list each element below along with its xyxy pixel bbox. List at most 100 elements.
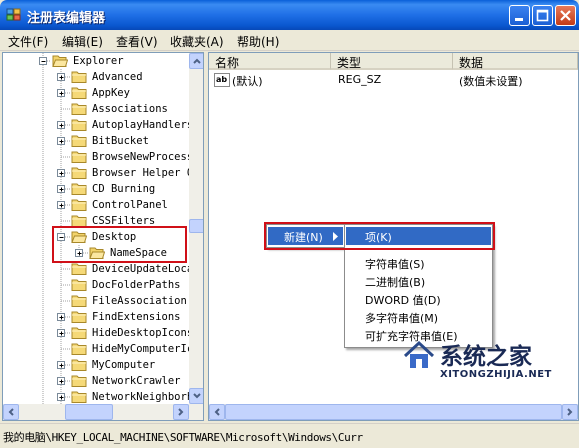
status-bar: 我的电脑\HKEY_LOCAL_MACHINE\SOFTWARE\Microso… [0, 423, 579, 448]
tree-item[interactable]: AutoplayHandlers [3, 117, 193, 133]
menu-help[interactable]: 帮助(H) [237, 33, 279, 50]
tree-horizontal-scrollbar[interactable] [3, 404, 203, 420]
folder-icon [71, 167, 87, 179]
menu-item-multi-string-value[interactable]: 多字符串值(M) [365, 310, 438, 326]
watermark-logo: 系统之家 XITONGZHIJIA.NET [400, 335, 579, 390]
menu-view[interactable]: 查看(V) [116, 33, 158, 50]
expand-expander[interactable] [57, 201, 65, 209]
tree-item[interactable]: AppKey [3, 85, 189, 101]
list-horizontal-scrollbar[interactable] [209, 404, 578, 420]
tree-item[interactable]: DeviceUpdateLoca [3, 261, 193, 277]
menu-file[interactable]: 文件(F) [8, 33, 48, 50]
tree-item[interactable]: DocFolderPaths [3, 277, 189, 293]
expand-expander[interactable] [57, 361, 65, 369]
registry-tree[interactable]: Explorer Advanced AppKey Associations Autop… [2, 52, 204, 421]
menu-item-string-value[interactable]: 字符串值(S) [365, 256, 425, 272]
folder-icon [71, 199, 87, 211]
tree-item-label: FileAssociation [92, 295, 187, 307]
value-data: (数值未设置) [459, 75, 523, 88]
chevron-left-icon [214, 408, 220, 416]
scroll-left-button[interactable] [3, 404, 19, 420]
plus-icon [59, 379, 64, 384]
scroll-down-button[interactable] [189, 388, 203, 404]
expand-expander[interactable] [57, 89, 65, 97]
regedit-app-icon [6, 8, 21, 21]
maximize-button[interactable] [532, 5, 553, 26]
menu-edit[interactable]: 编辑(E) [62, 33, 103, 50]
plus-icon [59, 75, 64, 80]
title-bar[interactable]: 注册表编辑器 [0, 0, 579, 30]
tree-item[interactable]: BitBucket [3, 133, 189, 149]
list-scroll-h-thumb[interactable] [225, 404, 562, 420]
folder-icon [71, 135, 87, 147]
tree-item[interactable]: FindExtensions [3, 309, 189, 325]
menu-favorites[interactable]: 收藏夹(A) [170, 33, 224, 50]
tree-item-label: NetworkNeighborh [92, 391, 194, 403]
tree-item-label: AppKey [92, 87, 130, 99]
tree-item-label: MyComputer [92, 359, 156, 371]
chevron-right-icon [178, 408, 184, 416]
plus-icon [59, 363, 64, 368]
tree-item-explorer[interactable]: Explorer [3, 53, 189, 69]
tree-item[interactable]: NetworkNeighborh [3, 389, 193, 405]
folder-icon [71, 311, 87, 323]
scroll-up-button[interactable] [189, 53, 203, 69]
tree-item[interactable]: Browser Helper O [3, 165, 193, 181]
expand-expander[interactable] [57, 393, 65, 401]
tree-item-label: Associations [92, 103, 168, 115]
expand-expander[interactable] [57, 185, 65, 193]
window-title: 注册表编辑器 [27, 11, 106, 26]
column-header-type[interactable]: 类型 [331, 53, 453, 70]
plus-icon [59, 395, 64, 400]
expand-expander[interactable] [57, 73, 65, 81]
collapse-expander[interactable] [39, 57, 47, 65]
menu-item-binary-value[interactable]: 二进制值(B) [365, 274, 425, 290]
plus-icon [59, 203, 64, 208]
expand-expander[interactable] [57, 329, 65, 337]
scroll-h-thumb[interactable] [65, 404, 113, 420]
maximize-icon [536, 9, 549, 22]
folder-icon [71, 87, 87, 99]
chevron-up-icon [193, 58, 201, 64]
tree-item-label: DocFolderPaths [92, 279, 181, 291]
column-header-data[interactable]: 数据 [453, 53, 578, 70]
folder-icon [71, 183, 87, 195]
minimize-button[interactable] [509, 5, 530, 26]
expand-expander[interactable] [57, 377, 65, 385]
folder-icon [71, 103, 87, 115]
string-value-icon: ab [214, 73, 230, 87]
plus-icon [59, 171, 64, 176]
tree-item[interactable]: HideDesktopIcons [3, 325, 193, 341]
folder-icon [71, 375, 87, 387]
annotation-box-new-key [264, 222, 495, 250]
scroll-right-button[interactable] [173, 404, 189, 420]
expand-expander[interactable] [57, 121, 65, 129]
scroll-thumb[interactable] [189, 219, 203, 233]
tree-item[interactable]: Associations [3, 101, 189, 117]
list-scroll-left-button[interactable] [209, 404, 225, 420]
tree-item[interactable]: BrowseNewProcess [3, 149, 193, 165]
plus-icon [59, 139, 64, 144]
regedit-window: 注册表编辑器 文件(F) 编辑(E) 查看(V) 收藏夹(A) 帮助(H) Ex… [0, 0, 579, 448]
expand-expander[interactable] [57, 137, 65, 145]
tree-item[interactable]: HideMyComputerIc [3, 341, 193, 357]
tree-item[interactable]: ControlPanel [3, 197, 189, 213]
expand-expander[interactable] [57, 169, 65, 177]
list-scroll-right-button[interactable] [562, 404, 578, 420]
column-header-name[interactable]: 名称 [209, 53, 331, 70]
minimize-icon [515, 18, 523, 21]
tree-item[interactable]: Advanced [3, 69, 189, 85]
menu-item-dword-value[interactable]: DWORD 值(D) [365, 292, 441, 308]
tree-item-label: FindExtensions [92, 311, 181, 323]
tree-item[interactable]: FileAssociation [3, 293, 189, 309]
tree-vertical-scrollbar[interactable] [189, 53, 203, 404]
expand-expander[interactable] [57, 313, 65, 321]
plus-icon [59, 331, 64, 336]
status-path: 我的电脑\HKEY_LOCAL_MACHINE\SOFTWARE\Microso… [3, 431, 363, 444]
watermark-sub-text: XITONGZHIJIA.NET [440, 369, 552, 380]
tree-item-label: BrowseNewProcess [92, 151, 194, 163]
tree-item[interactable]: MyComputer [3, 357, 189, 373]
tree-item[interactable]: CD Burning [3, 181, 189, 197]
tree-item[interactable]: NetworkCrawler [3, 373, 189, 389]
close-button[interactable] [555, 5, 576, 26]
